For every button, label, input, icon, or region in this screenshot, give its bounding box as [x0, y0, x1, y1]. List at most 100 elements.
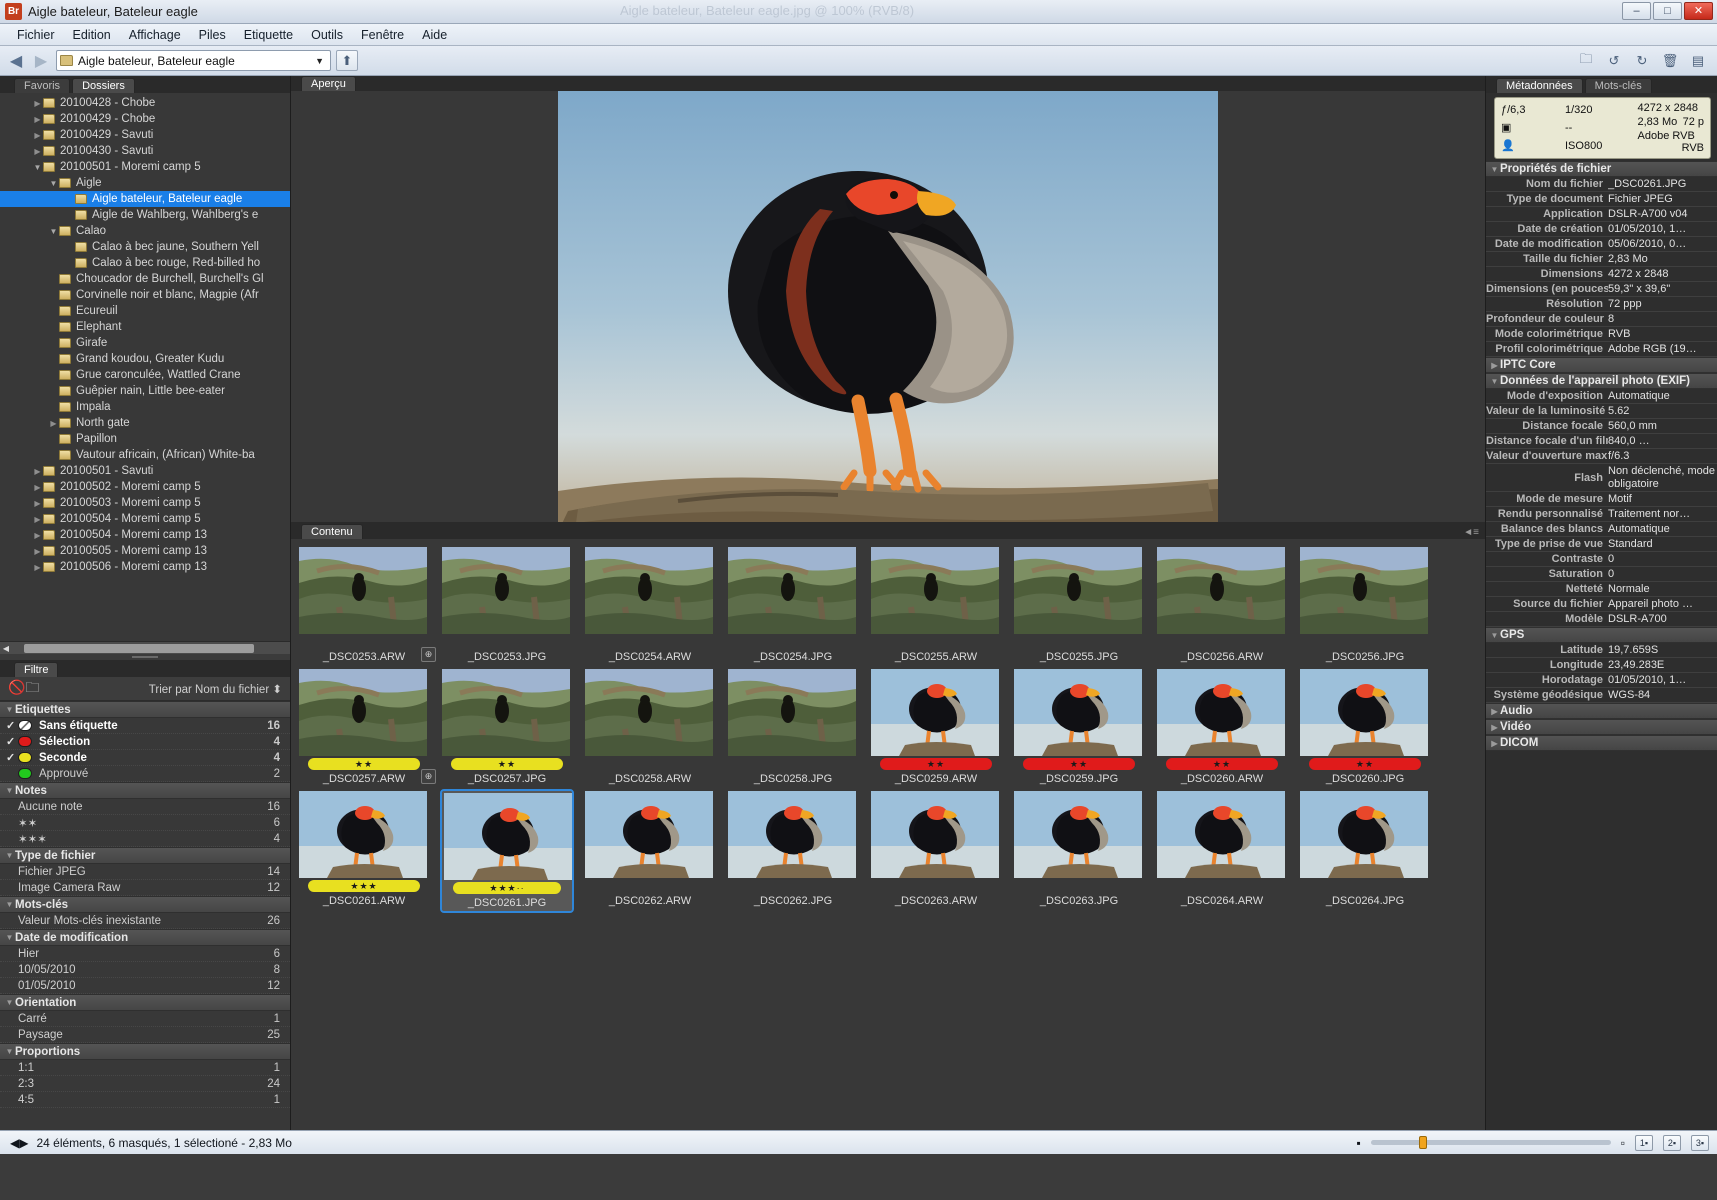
path-dropdown[interactable]: Aigle bateleur, Bateleur eagle ▼ — [56, 50, 331, 71]
filter-row[interactable]: ✓ Sans étiquette 16 — [0, 718, 290, 734]
clear-filter-icon[interactable]: 🚫🗀 — [8, 677, 39, 701]
thumbnail-cell[interactable]: ★★ _DSC0259.ARW — [871, 669, 1001, 785]
thumbnail-cell[interactable]: _DSC0255.ARW — [871, 547, 1001, 663]
metadata-value[interactable]: 0 — [1608, 568, 1717, 580]
sort-arrows-icon[interactable]: ⬍ — [272, 684, 282, 696]
folder-tree-item[interactable]: ▶ 20100503 - Moremi camp 5 — [0, 495, 290, 511]
tab-contenu[interactable]: Contenu — [301, 524, 363, 539]
metadata-value[interactable]: 01/05/2010, 1… — [1608, 674, 1717, 686]
chevron-right-icon[interactable]: ▶ — [32, 531, 43, 540]
folder-tree-item[interactable]: Grand koudou, Greater Kudu — [0, 351, 290, 367]
metadata-value[interactable]: 4272 x 2848 — [1608, 268, 1717, 280]
metadata-value[interactable]: 19,7.659S — [1608, 644, 1717, 656]
folder-tree-item[interactable]: Impala — [0, 399, 290, 415]
thumbnail-cell[interactable]: _DSC0255.JPG — [1014, 547, 1144, 663]
tab-dossiers[interactable]: Dossiers — [72, 78, 135, 93]
sort-control[interactable]: Trier par Nom du fichier ⬍ — [149, 682, 282, 696]
menu-item-fenetre[interactable]: Fenêtre — [352, 26, 413, 44]
metadata-value[interactable]: DSLR-A700 v04 — [1608, 208, 1717, 220]
filter-group-header[interactable]: ▼ Mots-clés — [0, 896, 290, 913]
folder-tree[interactable]: ▶ 20100428 - Chobe ▶ 20100429 - Chobe ▶ 20100… — [0, 93, 290, 641]
forward-icon[interactable]: ▶ — [31, 51, 51, 71]
chevron-right-icon[interactable]: ▶ — [1489, 739, 1500, 748]
filter-row[interactable]: ✓ Sélection 4 — [0, 734, 290, 750]
filter-group-header[interactable]: ▼ Notes — [0, 782, 290, 799]
thumbnail-size-slider[interactable] — [1370, 1136, 1611, 1149]
metadata-value[interactable]: 840,0 … — [1608, 435, 1717, 447]
menu-item-aide[interactable]: Aide — [413, 26, 456, 44]
folder-tree-item[interactable]: ▶ North gate — [0, 415, 290, 431]
thumbnail-cell[interactable]: _DSC0264.JPG — [1300, 791, 1430, 911]
chevron-down-icon[interactable]: ▼ — [4, 998, 15, 1007]
filter-row[interactable]: Valeur Mots-clés inexistante 26 — [0, 913, 290, 929]
folder-tree-item[interactable]: Grue caronculée, Wattled Crane — [0, 367, 290, 383]
metadata-value[interactable]: WGS-84 — [1608, 689, 1717, 701]
filter-row[interactable]: 4:5 1 — [0, 1092, 290, 1108]
rating-label-band[interactable]: ★★ — [1166, 758, 1278, 770]
filter-row[interactable]: Carré 1 — [0, 1011, 290, 1027]
metadata-value[interactable]: Appareil photo … — [1608, 598, 1717, 610]
folder-tree-item[interactable]: Papillon — [0, 431, 290, 447]
chevron-right-icon[interactable]: ▶ — [32, 547, 43, 556]
thumbnail-cell[interactable]: ★★ _DSC0259.JPG — [1014, 669, 1144, 785]
back-icon[interactable]: ◀ — [6, 51, 26, 71]
chevron-down-icon[interactable]: ▼ — [4, 705, 15, 714]
folder-tree-hscrollbar[interactable]: ◀ — [0, 641, 290, 654]
folder-tree-item[interactable]: ▼ 20100501 - Moremi camp 5 — [0, 159, 290, 175]
metadata-value[interactable]: Standard — [1608, 538, 1717, 550]
filter-checkmark-icon[interactable]: ✓ — [6, 719, 18, 732]
filter-row[interactable]: Fichier JPEG 14 — [0, 864, 290, 880]
folder-tree-item[interactable]: ▶ 20100505 - Moremi camp 13 — [0, 543, 290, 559]
metadata-value[interactable]: Motif — [1608, 493, 1717, 505]
chevron-right-icon[interactable]: ▶ — [32, 115, 43, 124]
rating-label-band[interactable]: ★★ — [1023, 758, 1135, 770]
metadata-value[interactable]: f/6.3 — [1608, 450, 1717, 462]
filter-row[interactable]: 01/05/2010 12 — [0, 978, 290, 994]
filter-row[interactable]: 2:3 24 — [0, 1076, 290, 1092]
thumbnail-cell[interactable]: _DSC0262.JPG — [728, 791, 858, 911]
metadata-group-header[interactable]: ▶ DICOM — [1486, 735, 1717, 751]
new-folder-icon[interactable]: 🗀 — [1575, 50, 1597, 71]
chevron-right-icon[interactable]: ▶ — [1489, 361, 1500, 370]
filter-row[interactable]: Aucune note 16 — [0, 799, 290, 815]
chevron-down-icon[interactable]: ▼ — [48, 179, 59, 188]
rating-label-band[interactable]: ★★★ — [308, 880, 420, 892]
delete-icon[interactable]: 🗑 — [1659, 50, 1681, 71]
menu-item-piles[interactable]: Piles — [190, 26, 235, 44]
filter-row[interactable]: Paysage 25 — [0, 1027, 290, 1043]
folder-tree-item[interactable]: ▶ 20100428 - Chobe — [0, 95, 290, 111]
view-details-button[interactable]: 2▪ — [1663, 1134, 1681, 1151]
status-nav-icon[interactable]: ◀▶ — [10, 1136, 28, 1150]
filter-group-header[interactable]: ▼ Date de modification — [0, 929, 290, 946]
chevron-right-icon[interactable]: ▶ — [32, 515, 43, 524]
thumbnail-cell[interactable]: _DSC0253.ARW — [299, 547, 429, 663]
chevron-right-icon[interactable]: ▶ — [1489, 723, 1500, 732]
folder-tree-item[interactable]: Aigle bateleur, Bateleur eagle — [0, 191, 290, 207]
view-switch-icon[interactable]: ▤ — [1687, 50, 1709, 71]
folder-tree-item[interactable]: Girafe — [0, 335, 290, 351]
folder-tree-item[interactable]: ▶ 20100506 - Moremi camp 13 — [0, 559, 290, 575]
chevron-right-icon[interactable]: ▶ — [32, 499, 43, 508]
metadata-value[interactable]: 560,0 mm — [1608, 420, 1717, 432]
folder-tree-item[interactable]: ▶ 20100501 - Savuti — [0, 463, 290, 479]
filter-row[interactable]: Hier 6 — [0, 946, 290, 962]
chevron-right-icon[interactable]: ▶ — [32, 131, 43, 140]
filter-criteria-list[interactable]: ▼ Etiquettes ✓ Sans étiquette 16 ✓ Sélection 4 ✓… — [0, 701, 290, 1130]
thumbnail-cell[interactable]: _DSC0263.JPG — [1014, 791, 1144, 911]
chevron-down-icon[interactable]: ▼ — [315, 56, 324, 66]
thumbnail-large-icon[interactable]: ▫ — [1621, 1136, 1625, 1150]
filter-checkmark-icon[interactable]: ✓ — [6, 751, 18, 764]
thumbnail-cell[interactable]: _DSC0254.ARW — [585, 547, 715, 663]
thumbnail-cell[interactable]: ★★ _DSC0257.ARW — [299, 669, 429, 785]
metadata-value[interactable]: RVB — [1608, 328, 1717, 340]
chevron-down-icon[interactable]: ▼ — [4, 786, 15, 795]
menu-item-outils[interactable]: Outils — [302, 26, 352, 44]
folder-tree-item[interactable]: Calao à bec rouge, Red-billed ho — [0, 255, 290, 271]
maximize-button[interactable]: □ — [1653, 2, 1682, 20]
chevron-down-icon[interactable]: ▼ — [4, 933, 15, 942]
filter-row[interactable]: 1:1 1 — [0, 1060, 290, 1076]
thumbnail-cell[interactable]: ★★★ _DSC0261.ARW — [299, 791, 429, 911]
metadata-value[interactable]: 0 — [1608, 553, 1717, 565]
metadata-value[interactable]: _DSC0261.JPG — [1608, 178, 1717, 190]
metadata-group-header[interactable]: ▼ GPS — [1486, 627, 1717, 643]
